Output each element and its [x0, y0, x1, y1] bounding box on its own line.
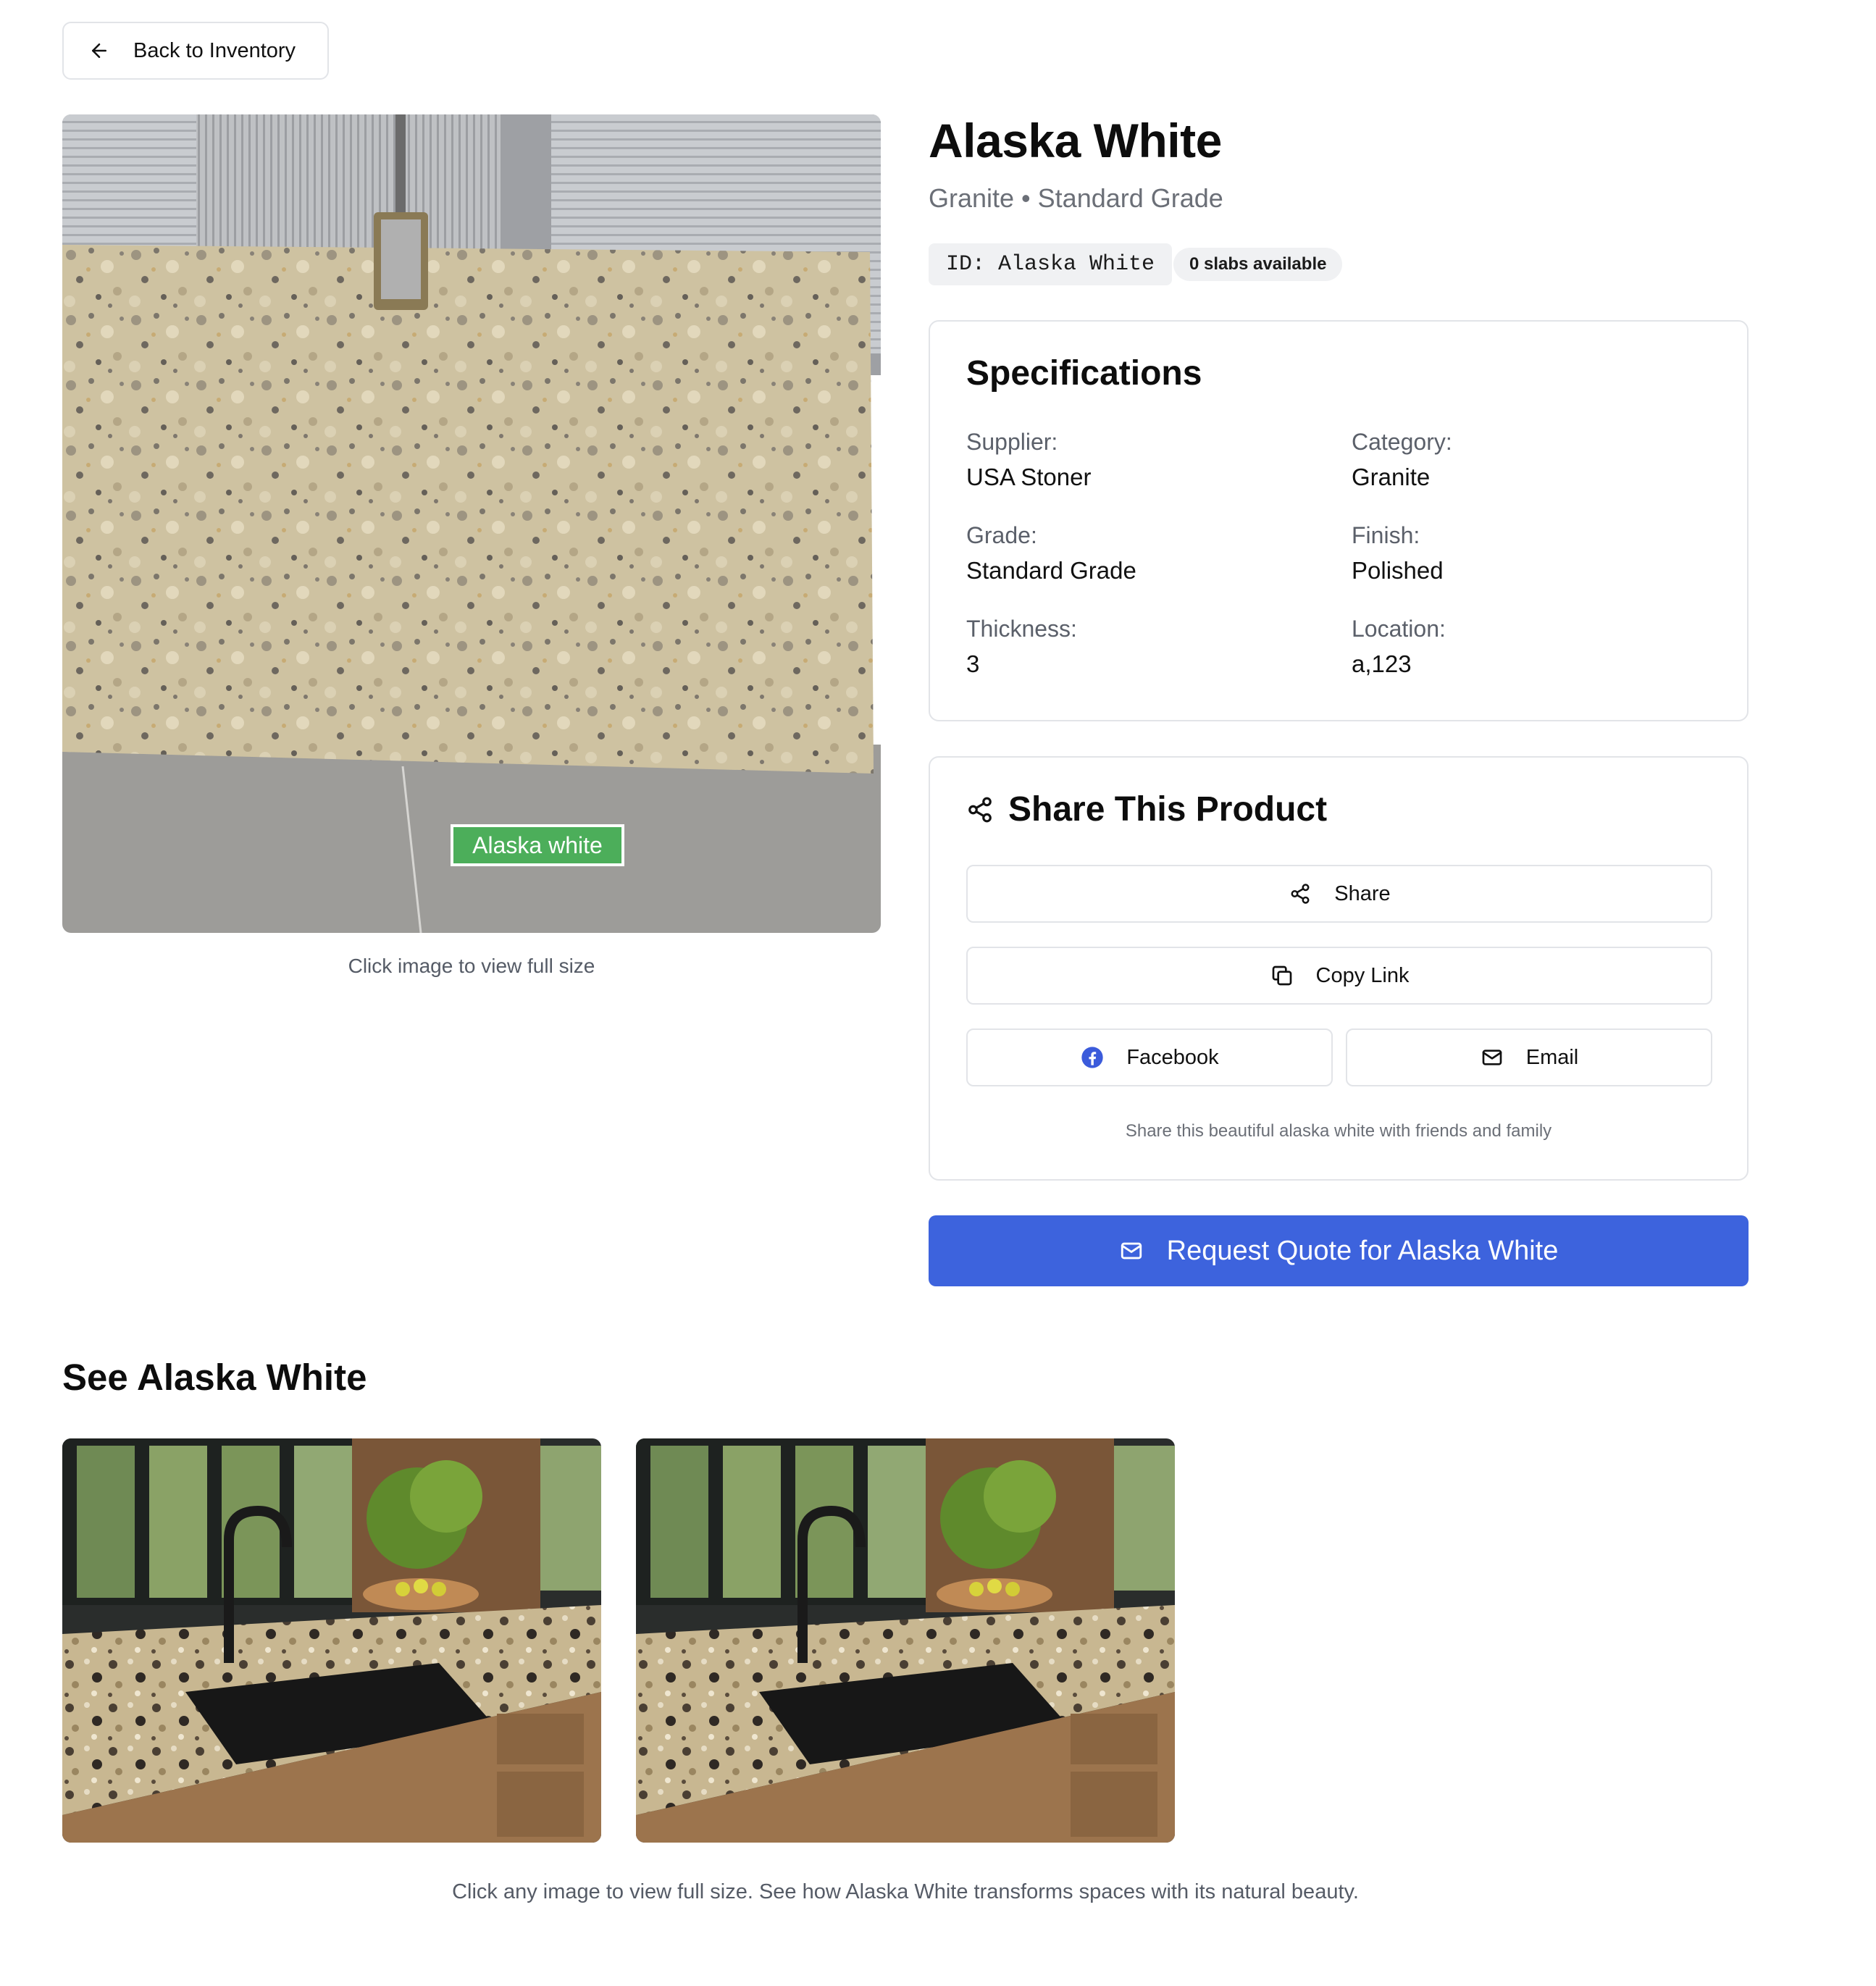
share-button-label: Share	[1334, 881, 1391, 905]
spec-label: Category:	[1352, 429, 1452, 455]
product-subtitle: Granite • Standard Grade	[929, 183, 1223, 213]
copy-icon	[1270, 963, 1294, 988]
image-sticker-label: Alaska white	[472, 832, 603, 858]
image-caption: Click image to view full size	[348, 955, 595, 977]
product-title: Alaska White	[929, 114, 1222, 167]
spec-location: Location: a,123	[1352, 614, 1699, 679]
share-card: Share This Product Share Copy Link Faceb…	[929, 756, 1749, 1181]
facebook-label: Facebook	[1126, 1045, 1219, 1069]
spec-value: 3	[966, 650, 980, 677]
availability-badge: 0 slabs available	[1173, 248, 1343, 281]
request-quote-button[interactable]: Request Quote for Alaska White	[929, 1215, 1749, 1286]
spec-finish: Finish: Polished	[1352, 521, 1699, 586]
arrow-left-icon	[88, 40, 110, 62]
spec-value: a,123	[1352, 650, 1412, 677]
share-button[interactable]: Share	[966, 865, 1712, 923]
gallery-title: See Alaska White	[62, 1357, 367, 1398]
spec-label: Thickness:	[966, 616, 1077, 642]
gallery-caption: Click any image to view full size. See h…	[452, 1880, 1359, 1903]
copy-link-button[interactable]: Copy Link	[966, 947, 1712, 1005]
spec-value: USA Stoner	[966, 464, 1092, 490]
email-share-button[interactable]: Email	[1346, 1028, 1712, 1086]
spec-label: Grade:	[966, 522, 1037, 548]
email-label: Email	[1525, 1045, 1579, 1069]
facebook-icon	[1080, 1045, 1105, 1070]
back-to-inventory-button[interactable]: Back to Inventory	[62, 22, 329, 80]
share-nodes-icon	[1288, 881, 1312, 906]
mail-icon	[1119, 1238, 1145, 1264]
specifications-title: Specifications	[966, 354, 1202, 393]
share-nodes-icon	[966, 796, 994, 824]
spec-value: Polished	[1352, 557, 1444, 584]
mail-icon	[1480, 1045, 1504, 1070]
spec-value: Granite	[1352, 464, 1431, 490]
spec-value: Standard Grade	[966, 557, 1136, 584]
back-button-label: Back to Inventory	[133, 38, 296, 62]
request-quote-label: Request Quote for Alaska White	[1166, 1235, 1559, 1266]
spec-label: Supplier:	[966, 429, 1058, 455]
gallery-image-2[interactable]	[636, 1438, 1175, 1843]
spec-category: Category: Granite	[1352, 427, 1699, 493]
spec-label: Finish:	[1352, 522, 1420, 548]
spec-thickness: Thickness: 3	[966, 614, 1314, 679]
specifications-card: Specifications Supplier: USA Stoner Cate…	[929, 320, 1749, 721]
product-id-badge: ID: Alaska White	[929, 243, 1173, 285]
share-title: Share This Product	[1008, 790, 1328, 829]
spec-label: Location:	[1352, 616, 1446, 642]
product-main-image[interactable]: Alaska white	[62, 114, 881, 933]
facebook-share-button[interactable]: Facebook	[966, 1028, 1333, 1086]
copy-link-label: Copy Link	[1315, 963, 1410, 987]
spec-supplier: Supplier: USA Stoner	[966, 427, 1314, 493]
share-note: Share this beautiful alaska white with f…	[1125, 1121, 1552, 1141]
share-heading: Share This Product	[966, 789, 1327, 829]
spec-grade: Grade: Standard Grade	[966, 521, 1314, 586]
gallery-image-1[interactable]	[62, 1438, 601, 1843]
